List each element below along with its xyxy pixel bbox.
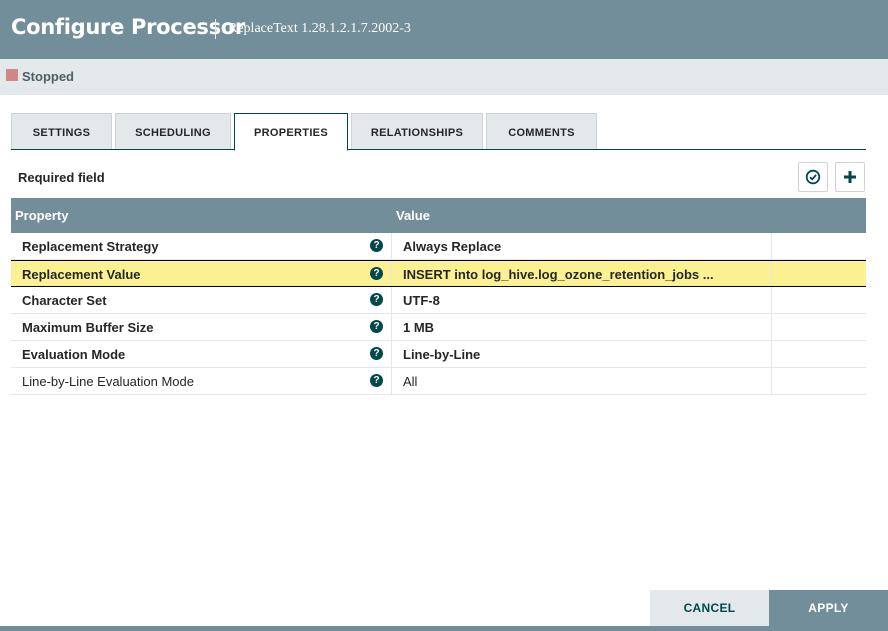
tab-properties[interactable]: PROPERTIES [234,113,348,151]
verify-properties-button[interactable] [798,162,828,192]
property-value[interactable]: All [403,374,417,389]
property-value[interactable]: Line-by-Line [403,347,480,362]
dialog-bottom-border [0,626,888,631]
table-row-selected[interactable]: Replacement Value ? INSERT into log_hive… [11,260,866,287]
cancel-button[interactable]: CANCEL [650,590,769,626]
check-circle-icon [805,169,821,185]
tab-relationships[interactable]: RELATIONSHIPS [351,113,483,149]
table-row[interactable]: Line-by-Line Evaluation Mode ? All [11,368,866,395]
properties-table: Property Value Replacement Strategy ? Al… [11,198,866,395]
property-value[interactable]: Always Replace [403,239,501,254]
title-separator [215,19,216,39]
plus-icon [844,171,856,183]
tab-scheduling[interactable]: SCHEDULING [115,113,231,149]
property-name: Character Set [22,293,107,308]
table-row[interactable]: Maximum Buffer Size ? 1 MB [11,314,866,341]
help-icon[interactable]: ? [370,239,383,252]
status-bar: Stopped [0,59,888,95]
apply-button[interactable]: APPLY [769,590,888,626]
property-value[interactable]: 1 MB [403,320,434,335]
help-icon[interactable]: ? [370,347,383,360]
dialog-header: Configure Processor ReplaceText 1.28.1.2… [0,0,888,59]
dialog-title: Configure Processor [11,15,245,39]
status-label: Stopped [22,69,74,84]
dialog-subtitle: ReplaceText 1.28.1.2.1.7.2002-3 [228,21,411,36]
help-icon[interactable]: ? [370,267,383,280]
tab-comments[interactable]: COMMENTS [486,113,597,149]
table-row[interactable]: Character Set ? UTF-8 [11,287,866,314]
help-icon[interactable]: ? [370,374,383,387]
property-name: Replacement Strategy [22,239,159,254]
table-row[interactable]: Replacement Strategy ? Always Replace [11,233,866,260]
tab-bar: SETTINGS SCHEDULING PROPERTIES RELATIONS… [11,113,866,151]
table-row[interactable]: Evaluation Mode ? Line-by-Line [11,341,866,368]
property-value[interactable]: UTF-8 [403,293,440,308]
property-name: Evaluation Mode [22,347,126,362]
table-header: Property Value [11,198,866,233]
property-column-header: Property [15,208,69,223]
stopped-icon [6,69,18,81]
property-value[interactable]: INSERT into log_hive.log_ozone_retention… [403,267,714,282]
value-column-header: Value [396,208,430,223]
help-icon[interactable]: ? [370,293,383,306]
tab-settings[interactable]: SETTINGS [11,113,112,149]
property-name: Maximum Buffer Size [22,320,154,335]
add-property-button[interactable] [835,162,865,192]
property-name: Replacement Value [22,267,141,282]
required-field-label: Required field [18,170,105,185]
property-name: Line-by-Line Evaluation Mode [22,374,194,389]
help-icon[interactable]: ? [370,320,383,333]
